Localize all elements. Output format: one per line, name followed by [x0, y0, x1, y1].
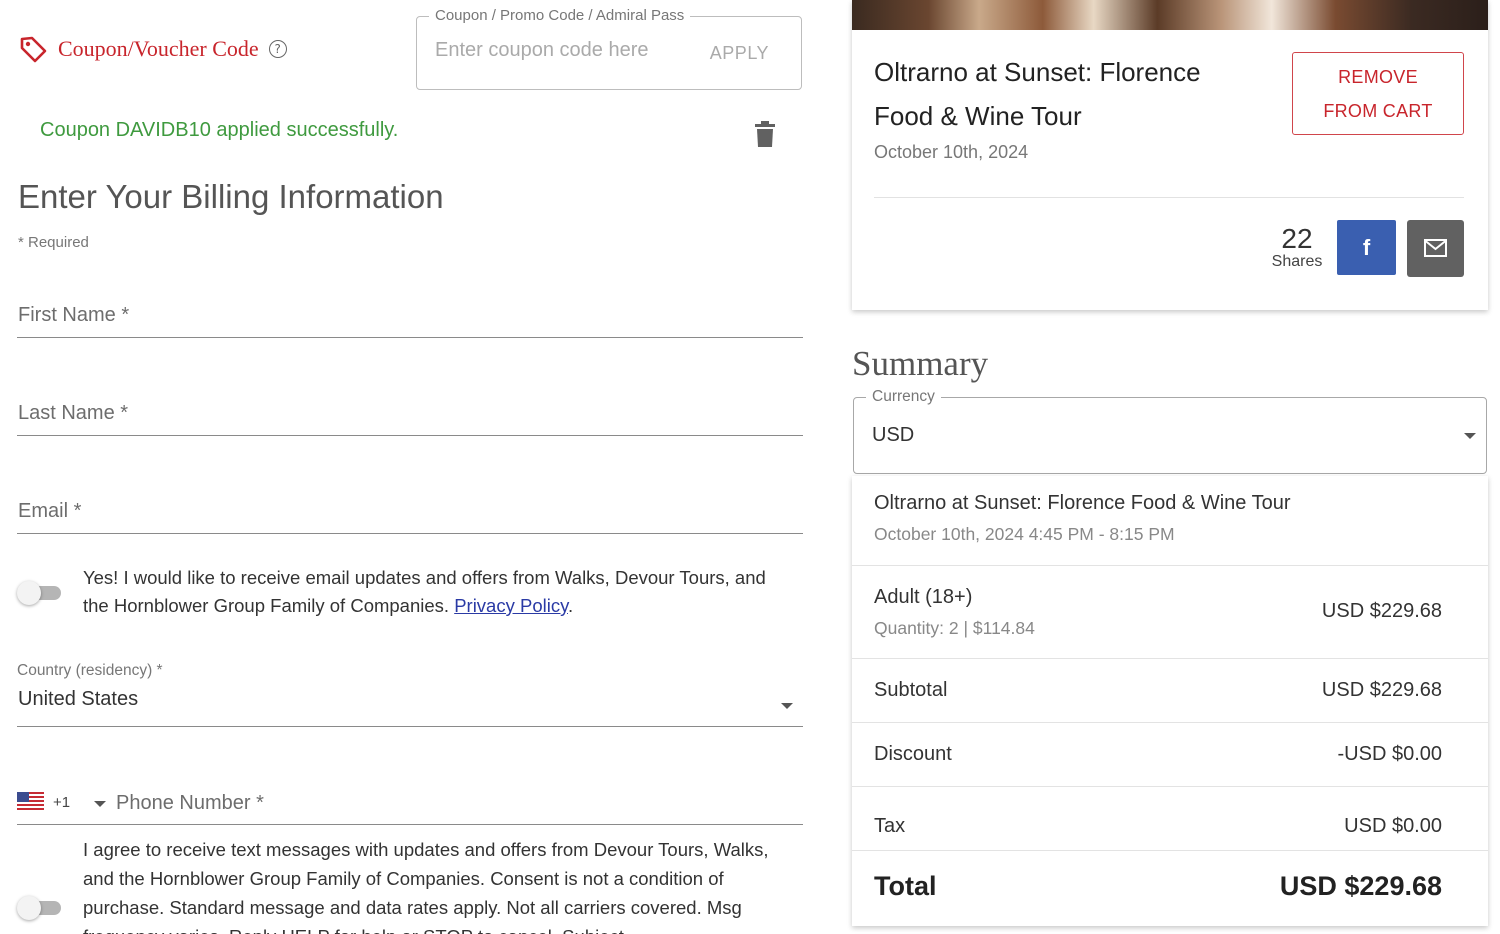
email-share-button[interactable]	[1407, 220, 1464, 277]
summary-subtotal-row: Subtotal USD $229.68	[852, 659, 1488, 723]
help-icon[interactable]: ?	[268, 40, 287, 58]
email-consent-text: Yes! I would like to receive email updat…	[83, 564, 783, 620]
trash-icon[interactable]	[754, 120, 776, 148]
facebook-icon: f	[1362, 235, 1371, 260]
subtotal-label: Subtotal	[874, 679, 948, 701]
remove-label-line1: REMOVE	[1338, 67, 1418, 87]
remove-label-line2: FROM CART	[1323, 101, 1433, 121]
tax-label: Tax	[874, 815, 906, 837]
share-count-number: 22	[1281, 223, 1313, 254]
share-count-label: Shares	[1271, 253, 1323, 270]
tag-icon	[20, 36, 47, 63]
country-value: United States	[18, 688, 139, 710]
share-count: 22 Shares	[1264, 224, 1330, 270]
card-divider	[874, 197, 1464, 198]
summary-adult-row: Adult (18+) Quantity: 2 | $114.84 USD $2…	[852, 566, 1488, 659]
currency-legend: Currency	[866, 388, 941, 406]
currency-select[interactable]: Currency USD	[853, 388, 1487, 474]
toggle-knob	[17, 581, 41, 605]
sms-consent-toggle[interactable]	[17, 895, 63, 920]
subtotal-amount: USD $229.68	[1321, 679, 1442, 701]
phone-label: Phone Number *	[116, 792, 264, 814]
tour-date: October 10th, 2024	[874, 142, 1029, 162]
chevron-down-icon[interactable]	[94, 801, 106, 807]
total-label: Total	[874, 871, 937, 901]
currency-value: USD	[872, 424, 915, 446]
order-summary: Oltrarno at Sunset: Florence Food & Wine…	[852, 476, 1488, 926]
billing-form: Coupon/Voucher Code ? Coupon / Promo Cod…	[0, 0, 820, 934]
coupon-heading: Coupon/Voucher Code ?	[18, 34, 287, 64]
summary-total-row: Total USD $229.68	[852, 851, 1488, 926]
apply-button[interactable]: APPLY	[710, 43, 769, 64]
facebook-share-button[interactable]: f	[1337, 220, 1396, 275]
coupon-title: Coupon/Voucher Code	[58, 36, 259, 61]
tour-photo	[852, 0, 1488, 30]
toggle-knob	[17, 896, 41, 920]
summary-discount-row: Discount -USD $0.00	[852, 723, 1488, 787]
coupon-field-legend: Coupon / Promo Code / Admiral Pass	[429, 7, 691, 24]
tour-card: Oltrarno at Sunset: Florence Food & Wine…	[852, 0, 1488, 310]
adult-label: Adult (18+)	[874, 586, 973, 608]
coupon-success-message: Coupon DAVIDB10 applied successfully.	[40, 119, 399, 141]
summary-tour-datetime: October 10th, 2024 4:45 PM - 8:15 PM	[874, 524, 1175, 544]
tax-amount: USD $0.00	[1344, 815, 1442, 837]
discount-label: Discount	[874, 743, 952, 765]
last-name-field[interactable]: Last Name *	[17, 402, 803, 436]
first-name-label: First Name *	[18, 304, 130, 326]
sms-consent-text: I agree to receive text messages with up…	[83, 839, 769, 934]
us-flag-icon[interactable]	[17, 792, 44, 810]
summary-title: Summary	[852, 344, 989, 383]
required-note: * Required	[18, 234, 89, 251]
chevron-down-icon	[1464, 433, 1476, 439]
mail-icon	[1424, 239, 1447, 257]
summary-tour-name: Oltrarno at Sunset: Florence Food & Wine…	[874, 492, 1291, 514]
total-amount: USD $229.68	[1279, 871, 1442, 901]
coupon-field[interactable]: Coupon / Promo Code / Admiral Pass APPLY	[416, 7, 802, 90]
period: .	[567, 595, 574, 616]
summary-tour-row: Oltrarno at Sunset: Florence Food & Wine…	[852, 476, 1488, 566]
tour-title: Oltrarno at Sunset: Florence Food & Wine…	[874, 57, 1201, 131]
email-consent-copy: Yes! I would like to receive email updat…	[83, 567, 766, 616]
remove-from-cart-button[interactable]: REMOVE FROM CART	[1292, 52, 1464, 135]
privacy-policy-link[interactable]: Privacy Policy	[454, 595, 568, 616]
phone-field[interactable]: +1 Phone Number *	[17, 788, 803, 825]
coupon-input[interactable]	[435, 39, 685, 62]
discount-amount: -USD $0.00	[1337, 743, 1443, 765]
email-consent-toggle[interactable]	[17, 580, 63, 605]
first-name-field[interactable]: First Name *	[17, 304, 803, 338]
country-select[interactable]: United States	[17, 688, 803, 727]
country-label: Country (residency) *	[17, 662, 163, 679]
adult-amount: USD $229.68	[1321, 600, 1442, 622]
last-name-label: Last Name *	[18, 402, 129, 424]
chevron-down-icon	[781, 703, 793, 709]
adult-quantity: Quantity: 2 | $114.84	[874, 618, 1035, 638]
email-label: Email *	[18, 500, 82, 522]
email-field[interactable]: Email *	[17, 500, 803, 534]
billing-title: Enter Your Billing Information	[18, 178, 444, 215]
summary-tax-row: Tax USD $0.00	[852, 787, 1488, 851]
phone-country-code: +1	[53, 794, 71, 811]
